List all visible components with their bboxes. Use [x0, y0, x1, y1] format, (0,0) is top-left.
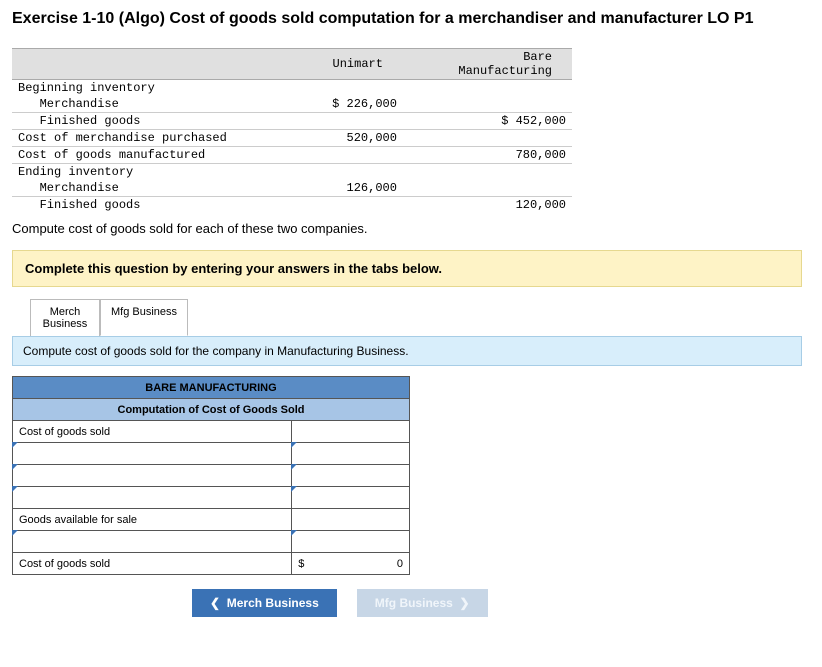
ws-input-label-3[interactable] [13, 465, 292, 487]
ws-input-5[interactable] [292, 509, 410, 531]
ws-input-label-4[interactable] [13, 487, 292, 509]
ws-company-title: BARE MANUFACTURING [13, 377, 410, 399]
ws-goods-avail: Goods available for sale [13, 509, 292, 531]
tab-mfg-business[interactable]: Mfg Business [100, 299, 188, 336]
completion-banner: Complete this question by entering your … [12, 250, 802, 287]
page-title: Exercise 1-10 (Algo) Cost of goods sold … [12, 10, 810, 28]
prev-tab-button[interactable]: ❮ Merch Business [192, 589, 337, 617]
ws-input-1[interactable] [292, 421, 410, 443]
chevron-left-icon: ❮ [210, 596, 220, 610]
worksheet-table: BARE MANUFACTURING Computation of Cost o… [12, 376, 410, 575]
ws-input-label-2[interactable] [13, 443, 292, 465]
ws-cogs-total-label: Cost of goods sold [13, 553, 292, 575]
main-instruction: Compute cost of goods sold for each of t… [12, 221, 810, 236]
ws-cogs-total: $0 [292, 553, 410, 575]
col-bare: BareManufacturing [403, 49, 572, 80]
ws-input-6[interactable] [292, 531, 410, 553]
given-data-table: Unimart BareManufacturing Beginning inve… [12, 48, 572, 213]
ws-input-label-6[interactable] [13, 531, 292, 553]
next-tab-button[interactable]: Mfg Business ❯ [357, 589, 488, 617]
ws-row-cogs-label: Cost of goods sold [13, 421, 292, 443]
tab-merch-business[interactable]: MerchBusiness [30, 299, 100, 336]
ws-input-3[interactable] [292, 465, 410, 487]
ws-input-2[interactable] [292, 443, 410, 465]
ws-input-4[interactable] [292, 487, 410, 509]
tab-instruction: Compute cost of goods sold for the compa… [12, 336, 802, 366]
col-unimart: Unimart [255, 49, 403, 80]
ws-subtitle: Computation of Cost of Goods Sold [13, 399, 410, 421]
chevron-right-icon: ❯ [459, 596, 469, 610]
